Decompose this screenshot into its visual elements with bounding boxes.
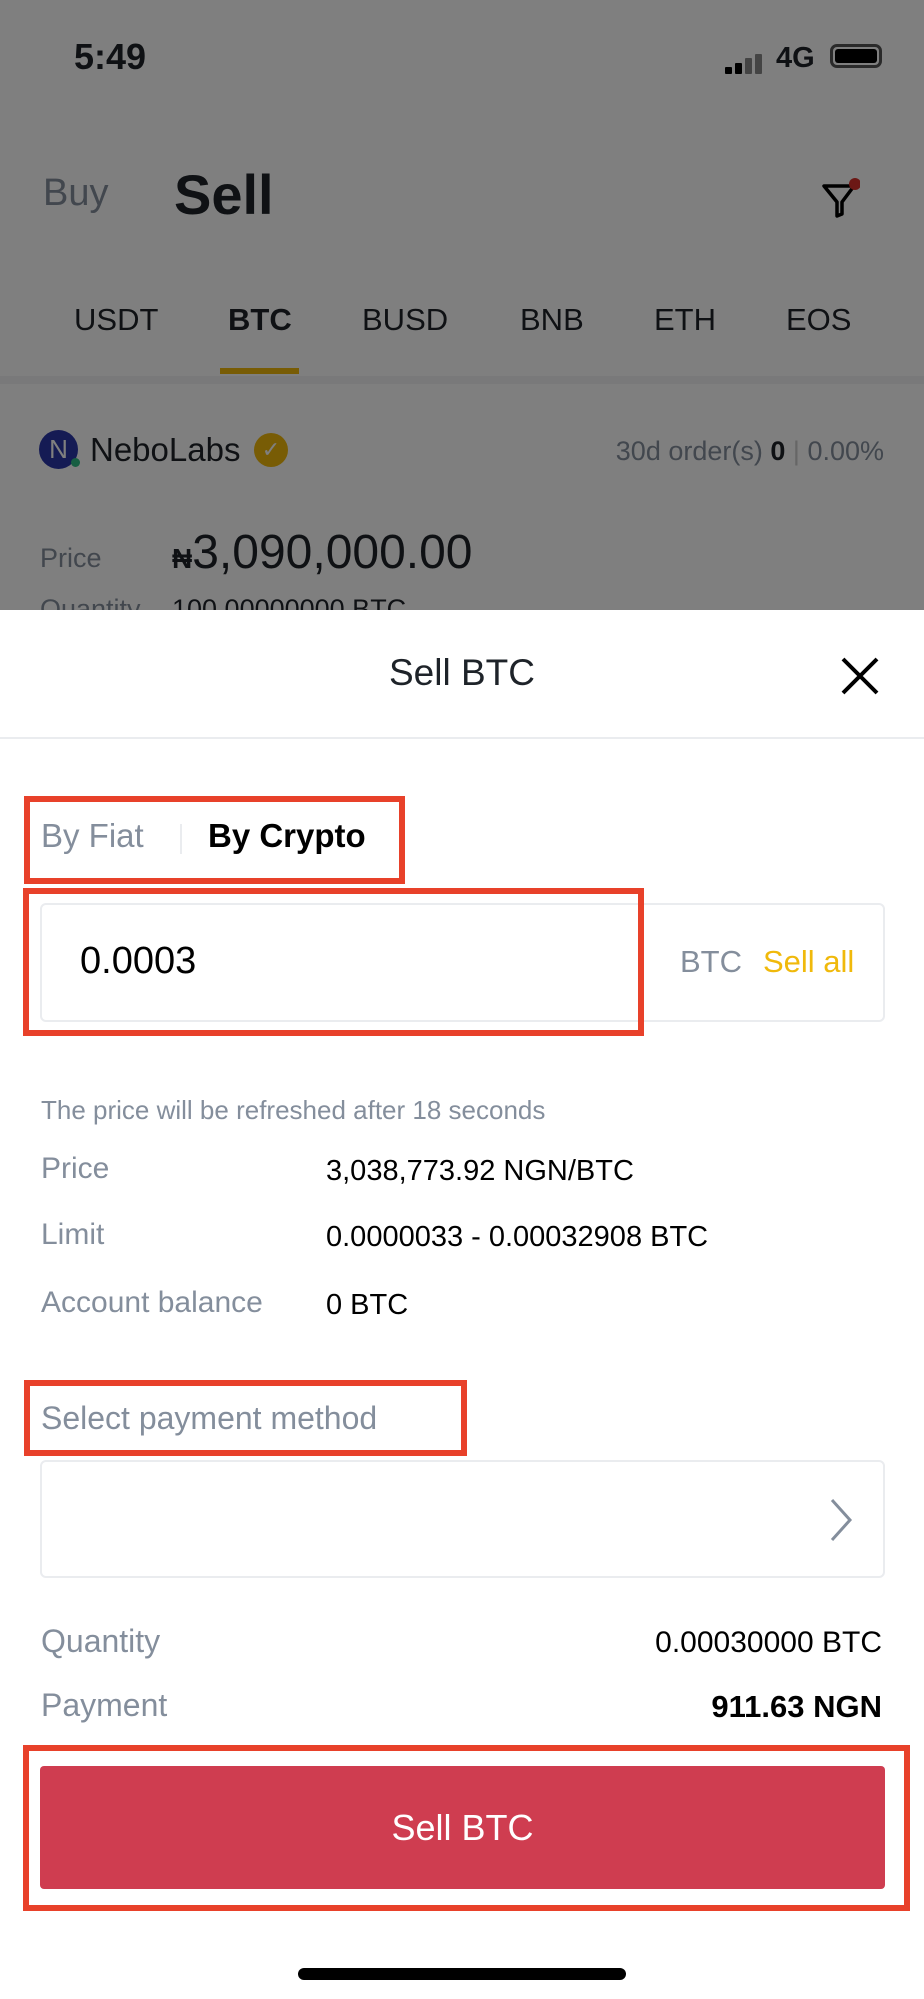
home-indicator xyxy=(298,1968,626,1980)
summary-quantity-label: Quantity xyxy=(41,1623,161,1659)
sell-sheet: Sell BTC By Fiat By Crypto 0.0003 BTC Se… xyxy=(0,610,924,1999)
refresh-note: The price will be refreshed after 18 sec… xyxy=(41,1095,546,1125)
tab-separator xyxy=(180,824,182,854)
summary-payment-label: Payment xyxy=(41,1687,168,1723)
sell-btc-button[interactable]: Sell BTC xyxy=(40,1766,885,1889)
payment-method-label: Select payment method xyxy=(41,1400,378,1436)
price-label: Price xyxy=(41,1152,110,1185)
close-icon[interactable] xyxy=(838,654,882,698)
account-balance-value: 0 BTC xyxy=(326,1289,409,1321)
limit-value: 0.0000033 - 0.00032908 BTC xyxy=(326,1221,709,1253)
modal-backdrop[interactable] xyxy=(0,0,924,610)
amount-input[interactable]: 0.0003 xyxy=(80,940,196,983)
tab-by-crypto[interactable]: By Crypto xyxy=(208,817,366,855)
payment-method-select[interactable] xyxy=(40,1460,885,1578)
amount-unit: BTC xyxy=(680,944,742,979)
price-value: 3,038,773.92 NGN/BTC xyxy=(326,1155,634,1187)
summary-payment-value: 911.63 NGN xyxy=(711,1689,882,1724)
sheet-divider xyxy=(0,737,924,739)
sell-all-button[interactable]: Sell all xyxy=(763,944,854,980)
tab-by-fiat[interactable]: By Fiat xyxy=(41,817,144,855)
account-balance-label: Account balance xyxy=(41,1286,263,1319)
summary-quantity-value: 0.00030000 BTC xyxy=(655,1626,882,1659)
chevron-right-icon xyxy=(830,1498,853,1542)
sheet-title: Sell BTC xyxy=(389,652,535,693)
limit-label: Limit xyxy=(41,1218,105,1251)
